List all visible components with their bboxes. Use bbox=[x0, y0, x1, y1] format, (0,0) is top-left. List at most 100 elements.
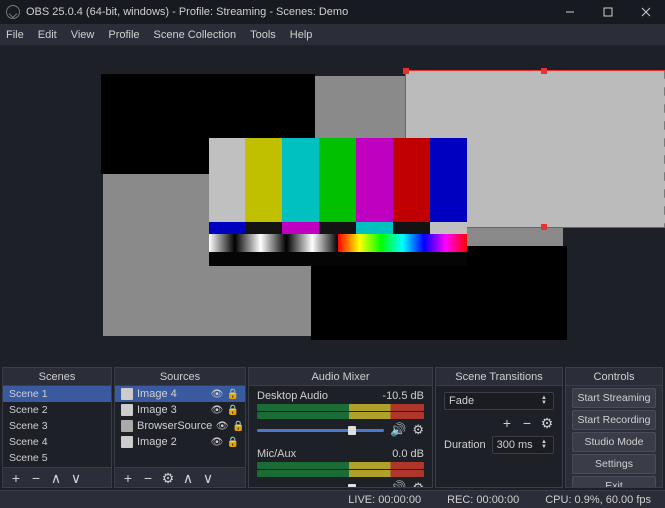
transitions-header: Scene Transitions bbox=[436, 368, 562, 386]
sources-list[interactable]: Image 4👁🔒Image 3👁🔒BrowserSource👁🔒Image 2… bbox=[115, 386, 245, 467]
scene-item[interactable]: Scene 5 bbox=[3, 450, 111, 466]
source-label: Image 2 bbox=[137, 436, 207, 448]
audio-meter bbox=[257, 404, 424, 411]
duration-input[interactable]: 300 ms ▲▼ bbox=[492, 436, 554, 454]
preview-area[interactable] bbox=[0, 46, 665, 365]
mixer-channel: Desktop Audio-10.5 dB🔊⚙ bbox=[249, 386, 432, 444]
channel-settings-button[interactable]: ⚙ bbox=[412, 422, 424, 438]
menu-scene-collection[interactable]: Scene Collection bbox=[154, 29, 237, 41]
transitions-body: Fade ▲▼ + − ⚙ Duration 300 ms ▲▼ bbox=[436, 386, 562, 487]
channel-name: Mic/Aux bbox=[257, 448, 296, 460]
remove-source-button[interactable]: − bbox=[141, 471, 155, 485]
menu-profile[interactable]: Profile bbox=[108, 29, 139, 41]
color-bars-source[interactable] bbox=[209, 138, 467, 266]
add-source-button[interactable]: + bbox=[121, 471, 135, 485]
source-down-button[interactable]: ∨ bbox=[201, 471, 215, 485]
image-icon bbox=[121, 404, 133, 416]
source-label: Image 4 bbox=[137, 388, 207, 400]
controls-panel: Controls Start StreamingStart RecordingS… bbox=[565, 367, 663, 488]
close-button[interactable] bbox=[627, 0, 665, 24]
sources-header: Sources bbox=[115, 368, 245, 386]
scene-item[interactable]: Scene 1 bbox=[3, 386, 111, 402]
mixer-channel: Mic/Aux 0.0 dB 🔊 ⚙ bbox=[249, 444, 432, 487]
status-rec: REC: 00:00:00 bbox=[447, 494, 519, 506]
preview-canvas[interactable] bbox=[103, 76, 563, 336]
scene-item[interactable]: Scene 2 bbox=[3, 402, 111, 418]
resize-handle-t[interactable] bbox=[541, 68, 547, 74]
speaker-icon[interactable]: 🔊 bbox=[390, 422, 406, 438]
docks: Scenes Scene 1Scene 2Scene 3Scene 4Scene… bbox=[0, 365, 665, 490]
status-cpu: CPU: 0.9%, 60.00 fps bbox=[545, 494, 651, 506]
minimize-button[interactable] bbox=[551, 0, 589, 24]
image-icon bbox=[121, 388, 133, 400]
menu-file[interactable]: File bbox=[6, 29, 24, 41]
image-icon bbox=[121, 436, 133, 448]
remove-transition-button[interactable]: − bbox=[520, 416, 534, 430]
transitions-panel: Scene Transitions Fade ▲▼ + − ⚙ Duration… bbox=[435, 367, 563, 488]
transition-type: Fade bbox=[449, 395, 474, 407]
audio-mixer-header: Audio Mixer bbox=[249, 368, 432, 386]
channel-level: 0.0 dB bbox=[392, 448, 424, 460]
visibility-toggle[interactable]: 👁 bbox=[211, 388, 223, 400]
channel-level: -10.5 dB bbox=[382, 390, 424, 402]
studio-mode-button[interactable]: Studio Mode bbox=[572, 432, 656, 452]
title-bar: OBS 25.0.4 (64-bit, windows) - Profile: … bbox=[0, 0, 665, 24]
scene-up-button[interactable]: ∧ bbox=[49, 471, 63, 485]
menu-edit[interactable]: Edit bbox=[38, 29, 57, 41]
speaker-icon[interactable]: 🔊 bbox=[390, 480, 406, 487]
menu-help[interactable]: Help bbox=[290, 29, 313, 41]
audio-meter bbox=[257, 412, 424, 419]
controls-body: Start StreamingStart RecordingStudio Mod… bbox=[566, 386, 662, 487]
exit-button[interactable]: Exit bbox=[572, 476, 656, 487]
menu-tools[interactable]: Tools bbox=[250, 29, 276, 41]
start-recording-button[interactable]: Start Recording bbox=[572, 410, 656, 430]
browser-icon bbox=[121, 420, 133, 432]
source-properties-button[interactable]: ⚙ bbox=[161, 471, 175, 485]
scene-item[interactable]: Scene 4 bbox=[3, 434, 111, 450]
lock-toggle[interactable]: 🔒 bbox=[227, 436, 239, 448]
maximize-button[interactable] bbox=[589, 0, 627, 24]
volume-slider[interactable] bbox=[257, 487, 384, 488]
menu-bar: File Edit View Profile Scene Collection … bbox=[0, 24, 665, 46]
visibility-toggle[interactable]: 👁 bbox=[211, 436, 223, 448]
audio-meter bbox=[257, 470, 424, 477]
remove-scene-button[interactable]: − bbox=[29, 471, 43, 485]
add-transition-button[interactable]: + bbox=[500, 416, 514, 430]
obs-logo-icon bbox=[6, 5, 20, 19]
sources-panel: Sources Image 4 👁 🔒 Image 3 👁 🔒 BrowserSource 👁… bbox=[114, 367, 246, 488]
source-item[interactable]: Image 4 👁 🔒 bbox=[115, 386, 245, 402]
resize-handle-tl[interactable] bbox=[403, 68, 409, 74]
lock-toggle[interactable]: 🔒 bbox=[227, 404, 239, 416]
resize-handle-b[interactable] bbox=[541, 224, 547, 230]
duration-label: Duration bbox=[444, 439, 486, 451]
window-title: OBS 25.0.4 (64-bit, windows) - Profile: … bbox=[26, 6, 348, 18]
settings-button[interactable]: Settings bbox=[572, 454, 656, 474]
source-item[interactable]: BrowserSource 👁 🔒 bbox=[115, 418, 245, 434]
lock-toggle[interactable]: 🔒 bbox=[227, 388, 239, 400]
scene-item[interactable]: Scene 3 bbox=[3, 418, 111, 434]
visibility-toggle[interactable]: 👁 bbox=[216, 420, 228, 432]
transition-select[interactable]: Fade ▲▼ bbox=[444, 392, 554, 410]
status-bar: LIVE: 00:00:00 REC: 00:00:00 CPU: 0.9%, … bbox=[0, 490, 665, 508]
source-item[interactable]: Image 3 👁 🔒 bbox=[115, 402, 245, 418]
source-label: BrowserSource bbox=[137, 420, 212, 432]
duration-value: 300 ms bbox=[497, 439, 533, 451]
channel-settings-button[interactable]: ⚙ bbox=[412, 480, 424, 487]
audio-mixer-panel: Audio Mixer Desktop Audio-10.5 dB🔊⚙Mic/A… bbox=[248, 367, 433, 488]
visibility-toggle[interactable]: 👁 bbox=[211, 404, 223, 416]
source-item[interactable]: Image 2 👁 🔒 bbox=[115, 434, 245, 450]
scenes-list[interactable]: Scene 1Scene 2Scene 3Scene 4Scene 5Scene… bbox=[3, 386, 111, 467]
source-up-button[interactable]: ∧ bbox=[181, 471, 195, 485]
menu-view[interactable]: View bbox=[71, 29, 95, 41]
volume-slider[interactable] bbox=[257, 429, 384, 432]
add-scene-button[interactable]: + bbox=[9, 471, 23, 485]
lock-toggle[interactable]: 🔒 bbox=[232, 420, 244, 432]
source-label: Image 3 bbox=[137, 404, 207, 416]
start-streaming-button[interactable]: Start Streaming bbox=[572, 388, 656, 408]
audio-mixer-body: Desktop Audio-10.5 dB🔊⚙Mic/Aux0.0 dB🔊⚙ bbox=[249, 386, 432, 487]
transition-properties-button[interactable]: ⚙ bbox=[540, 416, 554, 430]
scene-down-button[interactable]: ∨ bbox=[69, 471, 83, 485]
controls-header: Controls bbox=[566, 368, 662, 386]
status-live: LIVE: 00:00:00 bbox=[348, 494, 421, 506]
scenes-header: Scenes bbox=[3, 368, 111, 386]
